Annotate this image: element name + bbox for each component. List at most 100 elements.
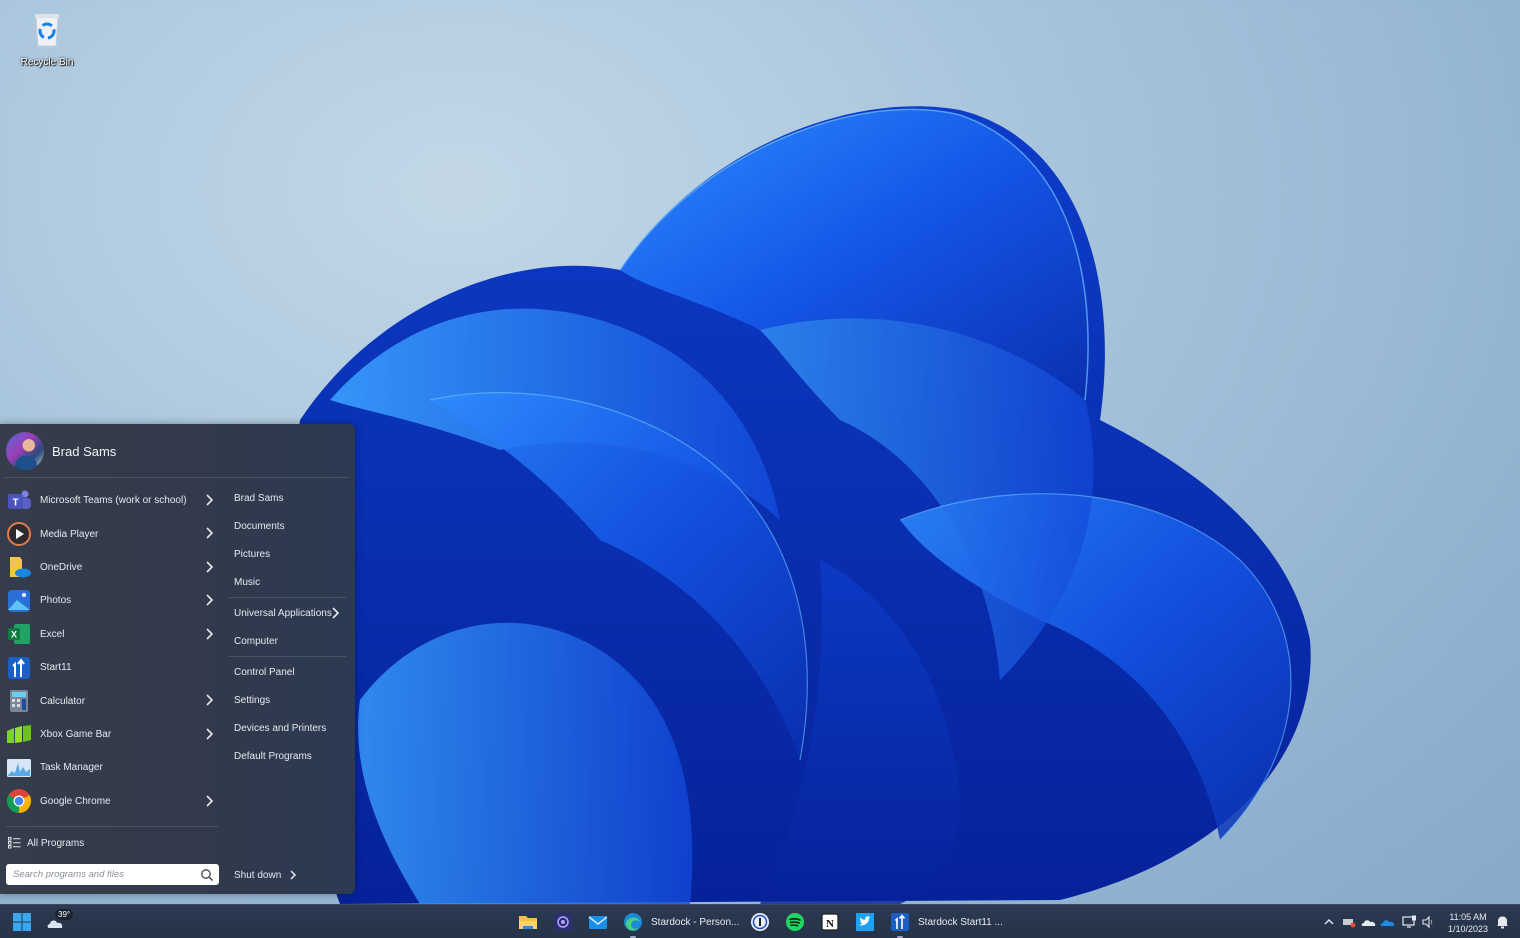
app-name: Xbox Game Bar (40, 728, 112, 740)
app-name: Photos (40, 595, 72, 607)
chevron-right-icon[interactable] (204, 526, 214, 540)
place-user-folder[interactable]: Brad Sams (228, 484, 348, 512)
taskbar-app-twitter[interactable] (855, 905, 875, 938)
app-item-start11[interactable]: Start11 (0, 651, 222, 684)
place-default-programs[interactable]: Default Programs (228, 742, 348, 770)
screen-capture-icon (554, 913, 572, 931)
notion-icon: N (821, 913, 839, 931)
app-item-xbox-game-bar[interactable]: Xbox Game Bar (0, 718, 222, 751)
app-item-onedrive[interactable]: OneDrive (0, 551, 222, 584)
place-pictures[interactable]: Pictures (228, 540, 348, 568)
excel-icon: X (8, 624, 30, 645)
chevron-right-icon[interactable] (204, 560, 214, 574)
spotify-icon (786, 913, 804, 931)
list-icon (8, 837, 21, 849)
taskbar-clock[interactable]: 11:05 AM 1/10/2023 (1442, 911, 1494, 935)
recycle-bin-icon (35, 14, 59, 47)
tray-display[interactable] (1402, 905, 1417, 938)
media-player-icon (7, 522, 31, 547)
app-name: Google Chrome (40, 795, 111, 807)
chevron-right-icon[interactable] (289, 869, 298, 881)
tray-onedrive-business[interactable] (1380, 905, 1396, 938)
taskbar-app-edge[interactable]: Stardock - Person... (623, 905, 739, 938)
clock-time: 11:05 AM (1449, 912, 1487, 922)
taskbar-app-label: Stardock Start11 ... (918, 916, 1003, 928)
taskbar-app-spotify[interactable] (785, 905, 805, 938)
chevron-up-icon (1324, 919, 1334, 925)
chevron-right-icon[interactable] (204, 727, 214, 741)
divider (4, 477, 349, 478)
network-drive-icon (1343, 919, 1356, 928)
taskbar-app-screen-capture[interactable] (553, 905, 573, 938)
mail-icon (588, 916, 608, 929)
all-programs-button[interactable]: All Programs (8, 834, 84, 852)
places-list: Brad Sams Documents Pictures Music Unive… (228, 484, 348, 770)
app-item-calculator[interactable]: Calculator (0, 684, 222, 717)
chevron-right-icon[interactable] (204, 493, 214, 507)
app-item-photos[interactable]: Photos (0, 584, 222, 617)
onedrive-icon (10, 557, 31, 578)
weather-temperature: 39° (55, 909, 74, 920)
onedrive-personal-icon (1361, 920, 1376, 926)
tray-volume[interactable] (1421, 905, 1435, 938)
tray-overflow-button[interactable] (1323, 905, 1335, 938)
user-avatar (6, 432, 44, 470)
edge-icon (624, 913, 642, 931)
app-name: Task Manager (40, 762, 103, 774)
app-item-task-manager[interactable]: Task Manager (0, 751, 222, 784)
chrome-icon (6, 789, 32, 814)
xbox-game-bar-icon (7, 725, 31, 744)
app-item-google-chrome[interactable]: Google Chrome (0, 785, 222, 818)
user-account[interactable]: Brad Sams (6, 432, 116, 470)
taskbar-app-start11[interactable]: Stardock Start11 ... (890, 905, 1003, 938)
twitter-icon (856, 913, 874, 931)
divider (228, 656, 346, 657)
start-button[interactable] (12, 905, 32, 938)
user-name: Brad Sams (52, 443, 117, 459)
shutdown-label: Shut down (234, 869, 282, 881)
all-programs-label: All Programs (27, 837, 85, 849)
chevron-right-icon[interactable] (331, 606, 340, 620)
place-computer[interactable]: Computer (228, 627, 348, 655)
taskbar-app-mail[interactable] (588, 905, 608, 938)
teams-icon: T (8, 490, 31, 509)
chevron-right-icon[interactable] (204, 627, 214, 641)
desktop-icon-recycle-bin[interactable]: Recycle Bin (14, 10, 80, 68)
app-item-microsoft-teams[interactable]: T Microsoft Teams (work or school) (0, 484, 222, 517)
clock-date: 1/10/2023 (1447, 924, 1489, 934)
chevron-right-icon[interactable] (204, 693, 214, 707)
taskbar-app-label: Stardock - Person... (651, 916, 740, 928)
notification-center-button[interactable] (1496, 905, 1509, 938)
place-music[interactable]: Music (228, 568, 348, 596)
tray-network-drive[interactable] (1342, 905, 1356, 938)
place-devices-and-printers[interactable]: Devices and Printers (228, 714, 348, 742)
search-icon[interactable] (200, 868, 214, 882)
taskbar: 39° Stardock - Person... N Stardock Star… (0, 904, 1520, 938)
search-box[interactable] (6, 864, 219, 885)
chevron-right-icon[interactable] (204, 593, 214, 607)
pinned-apps-list: T Microsoft Teams (work or school) Media… (0, 484, 222, 818)
taskbar-app-notion[interactable]: N (820, 905, 840, 938)
taskbar-app-file-explorer[interactable] (518, 905, 538, 938)
taskbar-app-1password[interactable] (750, 905, 770, 938)
place-label: Universal Applications (234, 607, 332, 619)
shutdown-button[interactable]: Shut down (234, 866, 298, 884)
photos-icon (8, 589, 30, 612)
tray-onedrive-personal[interactable] (1361, 905, 1377, 938)
app-item-excel[interactable]: X Excel (0, 618, 222, 651)
app-name: Excel (40, 628, 65, 640)
place-settings[interactable]: Settings (228, 686, 348, 714)
place-universal-applications[interactable]: Universal Applications (228, 599, 348, 627)
1password-icon (751, 913, 769, 931)
place-documents[interactable]: Documents (228, 512, 348, 540)
start-menu: Brad Sams T Microsoft Teams (work or sch… (0, 424, 355, 894)
start11-icon (8, 656, 30, 679)
calculator-icon (10, 690, 28, 713)
place-control-panel[interactable]: Control Panel (228, 658, 348, 686)
app-name: Calculator (40, 695, 86, 707)
volume-icon (1422, 915, 1433, 929)
search-input[interactable] (6, 864, 200, 885)
app-item-media-player[interactable]: Media Player (0, 517, 222, 550)
app-name: Microsoft Teams (work or school) (40, 495, 187, 507)
chevron-right-icon[interactable] (204, 794, 214, 808)
